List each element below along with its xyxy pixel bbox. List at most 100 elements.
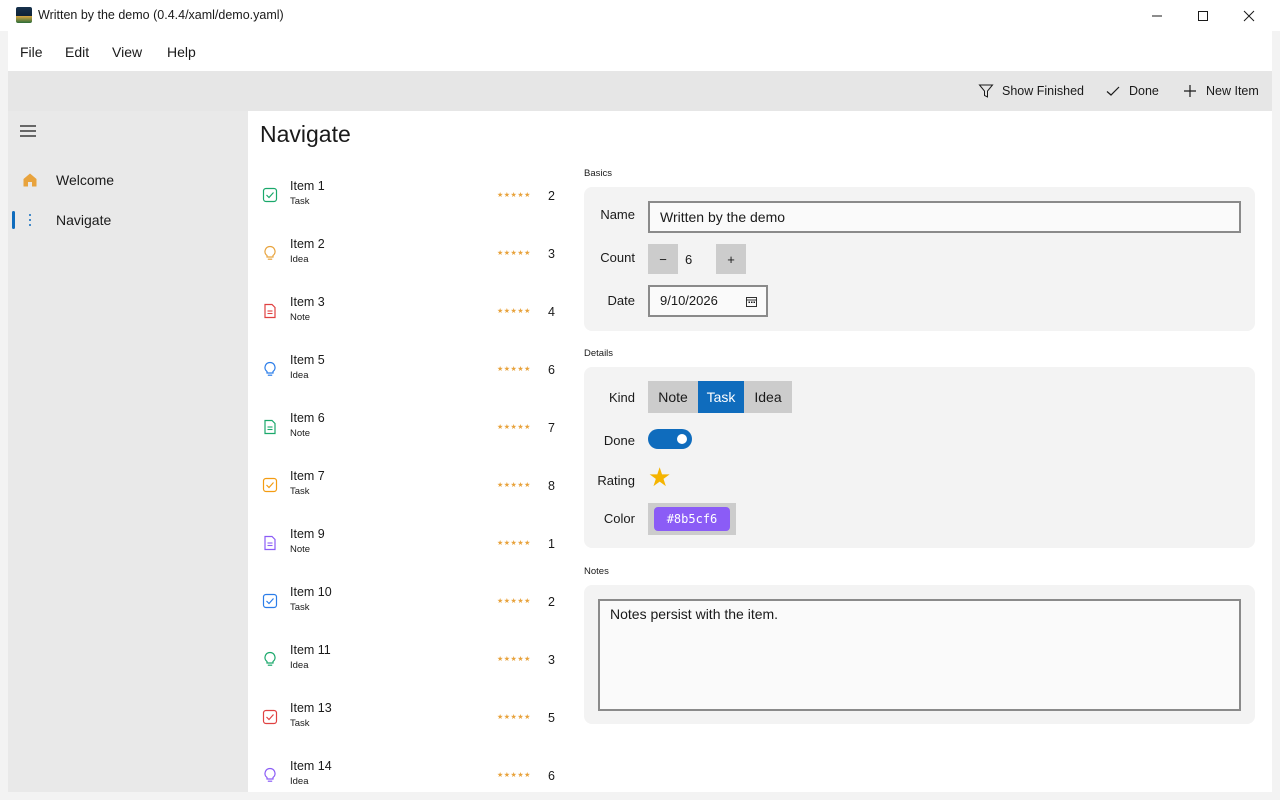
menu-view[interactable]: View [112, 44, 142, 60]
nav-item-label: Navigate [56, 212, 112, 228]
checkbox-icon [262, 477, 278, 493]
decrement-button[interactable]: − [648, 244, 678, 274]
item-title: Item 3 [290, 295, 325, 309]
minimize-button[interactable] [1134, 0, 1180, 31]
item-kind: Idea [290, 660, 309, 671]
count-label: Count [600, 250, 635, 265]
item-title: Item 7 [290, 469, 325, 483]
item-kind: Note [290, 428, 311, 439]
more-vertical-icon [29, 214, 31, 226]
color-picker[interactable]: #8b5cf6 [648, 503, 736, 535]
close-icon [1243, 10, 1255, 21]
home-icon [23, 173, 37, 187]
list-item[interactable]: Item 14 Idea ★★★★★ 6 [248, 747, 568, 792]
nav-item-navigate[interactable]: Navigate [12, 202, 244, 238]
color-swatch: #8b5cf6 [654, 507, 730, 531]
item-rating-stars: ★★★★★ [497, 540, 531, 547]
item-kind: Idea [290, 370, 309, 381]
item-kind: Task [290, 718, 310, 729]
item-kind: Note [290, 544, 311, 555]
list-item[interactable]: Item 2 Idea ★★★★★ 3 [248, 225, 568, 283]
item-kind: Note [290, 312, 311, 323]
kind-option-idea[interactable]: Idea [744, 381, 792, 413]
checkbox-icon [262, 709, 278, 725]
date-picker[interactable]: 9/10/2026 [648, 285, 768, 317]
item-kind: Task [290, 602, 310, 613]
content-area: Navigate Item 1 Task ★★★★★ 2 Item 2 Idea ★★★★★… [248, 111, 1272, 792]
item-title: Item 9 [290, 527, 325, 541]
rating-label: Rating [597, 473, 635, 488]
notes-section-label: Notes [584, 566, 609, 577]
new-item-button[interactable]: New Item [1182, 83, 1259, 99]
plus-icon [1184, 85, 1196, 97]
item-title: Item 5 [290, 353, 325, 367]
item-count: 6 [548, 769, 555, 783]
notes-textarea[interactable]: Notes persist with the item. [598, 599, 1241, 711]
close-button[interactable] [1226, 0, 1272, 31]
list-item[interactable]: Item 3 Note ★★★★★ 4 [248, 283, 568, 341]
item-rating-stars: ★★★★★ [497, 656, 531, 663]
list-item[interactable]: Item 9 Note ★★★★★ 1 [248, 515, 568, 573]
item-rating-stars: ★★★★★ [497, 598, 531, 605]
list-item[interactable]: Item 10 Task ★★★★★ 2 [248, 573, 568, 631]
list-item[interactable]: Item 7 Task ★★★★★ 8 [248, 457, 568, 515]
show-finished-button[interactable]: Show Finished [978, 83, 1084, 99]
lightbulb-icon [264, 651, 276, 666]
item-kind: Task [290, 196, 310, 207]
maximize-icon [1198, 10, 1208, 21]
done-toggle[interactable] [648, 429, 692, 449]
item-title: Item 11 [290, 643, 331, 657]
lightbulb-icon [264, 245, 276, 260]
done-label: Done [1129, 84, 1159, 98]
item-title: Item 2 [290, 237, 325, 251]
item-title: Item 13 [290, 701, 332, 715]
lightbulb-icon [264, 361, 276, 376]
list-item[interactable]: Item 5 Idea ★★★★★ 6 [248, 341, 568, 399]
count-value: 6 [685, 252, 693, 267]
item-kind: Idea [290, 776, 309, 787]
color-label: Color [603, 511, 635, 526]
nav-item-label: Welcome [56, 172, 115, 188]
menu-file[interactable]: File [20, 44, 43, 60]
item-count: 2 [548, 189, 555, 203]
item-count: 4 [548, 305, 555, 319]
kind-option-task[interactable]: Task [698, 381, 744, 413]
item-rating-stars: ★★★★★ [497, 366, 531, 373]
kind-option-note[interactable]: Note [648, 381, 698, 413]
menu-help[interactable]: Help [167, 44, 196, 60]
name-input[interactable]: Written by the demo [648, 201, 1241, 233]
new-item-label: New Item [1206, 84, 1259, 98]
minimize-icon [1152, 15, 1162, 16]
item-count: 3 [548, 247, 555, 261]
item-rating-stars: ★★★★★ [497, 192, 531, 199]
increment-button[interactable]: + [716, 244, 746, 274]
list-item[interactable]: Item 1 Task ★★★★★ 2 [248, 167, 568, 225]
done-button[interactable]: Done [1105, 83, 1159, 99]
document-icon [264, 303, 276, 319]
document-icon [264, 419, 276, 435]
item-count: 8 [548, 479, 555, 493]
item-rating-stars: ★★★★★ [497, 482, 531, 489]
item-kind: Task [290, 486, 310, 497]
maximize-button[interactable] [1180, 0, 1226, 31]
item-rating-stars: ★★★★★ [497, 250, 531, 257]
nav-item-welcome[interactable]: Welcome [12, 162, 244, 198]
basics-card: Name Written by the demo Count − 6 + Dat… [584, 187, 1255, 331]
list-item[interactable]: Item 6 Note ★★★★★ 7 [248, 399, 568, 457]
item-title: Item 6 [290, 411, 325, 425]
item-kind: Idea [290, 254, 309, 265]
checkbox-icon [262, 187, 278, 203]
list-item[interactable]: Item 13 Task ★★★★★ 5 [248, 689, 568, 747]
window-title: Written by the demo (0.4.4/xaml/demo.yam… [38, 8, 284, 22]
calendar-icon[interactable] [746, 296, 757, 307]
rating-star[interactable]: ★ [648, 463, 671, 493]
date-label: Date [607, 293, 635, 308]
details-card: Kind Note Task Idea Done Rating ★ Color … [584, 367, 1255, 548]
filter-icon [978, 84, 994, 98]
hamburger-menu-icon[interactable] [19, 123, 37, 139]
menu-bar: File Edit View Help [8, 31, 1272, 71]
menu-edit[interactable]: Edit [65, 44, 89, 60]
item-count: 3 [548, 653, 555, 667]
page-title: Navigate [260, 121, 351, 147]
list-item[interactable]: Item 11 Idea ★★★★★ 3 [248, 631, 568, 689]
